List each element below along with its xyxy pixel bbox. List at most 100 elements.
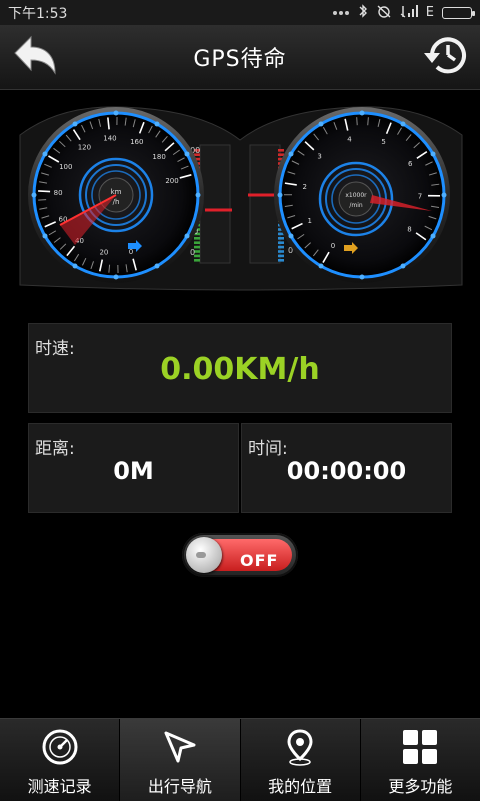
back-arrow-icon [11, 33, 59, 81]
title-bar: GPS待命 [0, 25, 480, 90]
dial-label: 3 [317, 152, 321, 160]
ring-dot [401, 121, 406, 126]
dial-tick [38, 191, 50, 192]
ring-dot [114, 275, 119, 280]
level-bar-segment [278, 237, 284, 240]
location-pin-icon [280, 727, 320, 767]
ring-dot [73, 264, 78, 269]
dial-label: 6 [408, 160, 413, 168]
left-scale-label: 0 [190, 248, 195, 257]
ring-dot [155, 264, 160, 269]
ring-dot [114, 111, 119, 116]
dial-label: 8 [407, 225, 411, 233]
ring-dot [155, 121, 160, 126]
status-icons: E [332, 4, 472, 22]
level-bar-segment [194, 259, 200, 262]
dial-tick [357, 117, 358, 125]
grid-icon [400, 727, 440, 767]
tach-unit-bottom: /min [349, 202, 363, 209]
ring-dot [32, 193, 37, 198]
dial-tick [368, 117, 369, 125]
navigation-arrow-icon [160, 727, 200, 767]
nav-travel-navigation[interactable]: 出行导航 [120, 719, 240, 801]
tachometer-dial: 012345678 x1000r /min [274, 107, 450, 283]
level-bar-segment [194, 237, 200, 240]
ring-dot [431, 152, 436, 157]
dial-label: 5 [381, 138, 385, 146]
nav-label: 出行导航 [148, 773, 212, 797]
distance-value: 0M [29, 457, 238, 485]
dial-label: 1 [307, 217, 311, 225]
ring-dot [442, 193, 447, 198]
network-type: E [426, 5, 434, 20]
speed-unit-top: km [111, 188, 122, 196]
gps-toggle-switch[interactable]: OFF [182, 533, 298, 577]
nav-label: 测速记录 [28, 773, 92, 797]
distance-panel: 距离: 0M [28, 423, 239, 513]
ring-dot [185, 152, 190, 157]
ring-dot [319, 121, 324, 126]
tach-unit-top: x1000r [345, 192, 367, 199]
dial-label: 180 [152, 153, 165, 161]
dial-label: 120 [78, 143, 91, 151]
bottom-nav: 测速记录 出行导航 我的位置 更多功能 [0, 718, 480, 801]
dial-label: 160 [130, 138, 143, 146]
level-bar-segment [278, 259, 284, 262]
gauge-cluster: 200 150 100 50 0 8 6 4 2 0 0204060801001… [0, 95, 480, 305]
dial-label: 0 [129, 248, 133, 256]
ring-dot [319, 264, 324, 269]
level-bar-segment [194, 241, 200, 244]
level-bar-segment [278, 241, 284, 244]
level-bar-segment [278, 250, 284, 253]
dial-label: 7 [418, 193, 422, 201]
level-bar-segment [278, 153, 284, 156]
notification-dots-icon [332, 5, 350, 20]
nav-speed-records[interactable]: 测速记录 [0, 719, 120, 801]
bluetooth-icon [358, 4, 368, 22]
dial-label: 20 [99, 249, 108, 257]
ring-dot [288, 234, 293, 239]
dial-label: 140 [103, 134, 116, 142]
speed-panel: 时速: 0.00KM/h [28, 323, 452, 413]
gauge-svg: 200 150 100 50 0 8 6 4 2 0 0204060801001… [0, 95, 480, 305]
dial-label: 80 [54, 189, 63, 197]
dial-label: 4 [347, 135, 352, 143]
speedometer-dial: 020406080100120140160180200 km /h [28, 107, 204, 283]
status-time: 下午1:53 [8, 3, 67, 23]
page-title: GPS待命 [193, 41, 286, 73]
history-button[interactable] [418, 33, 470, 81]
nav-label: 我的位置 [268, 773, 332, 797]
history-clock-icon [420, 33, 468, 81]
alarm-off-icon [376, 4, 392, 22]
ring-dot [431, 234, 436, 239]
ring-dot [360, 111, 365, 116]
toggle-state-label: OFF [240, 551, 278, 570]
distance-label: 距离: [35, 434, 75, 459]
ring-dot [196, 193, 201, 198]
battery-icon [442, 7, 472, 19]
level-bar-segment [278, 246, 284, 249]
ring-dot [288, 152, 293, 157]
speed-unit-bottom: /h [113, 198, 120, 206]
nav-label: 更多功能 [388, 773, 452, 797]
ring-dot [42, 152, 47, 157]
back-button[interactable] [10, 33, 60, 81]
time-label: 时间: [248, 434, 288, 459]
nav-my-location[interactable]: 我的位置 [241, 719, 361, 801]
signal-icon [400, 4, 418, 22]
time-panel: 时间: 00:00:00 [241, 423, 452, 513]
time-value: 00:00:00 [242, 457, 451, 485]
status-bar: 下午1:53 E [0, 0, 480, 25]
dial-label: 200 [165, 177, 178, 185]
speed-value: 0.00KM/h [29, 352, 451, 387]
speedometer-icon [40, 727, 80, 767]
toggle-knob [186, 537, 222, 573]
level-bar-segment [278, 255, 284, 258]
ring-dot [360, 275, 365, 280]
ring-dot [185, 234, 190, 239]
dial-label: 100 [59, 163, 72, 171]
level-bar-segment [278, 149, 284, 152]
ring-dot [73, 121, 78, 126]
ring-dot [278, 193, 283, 198]
nav-more-functions[interactable]: 更多功能 [361, 719, 480, 801]
